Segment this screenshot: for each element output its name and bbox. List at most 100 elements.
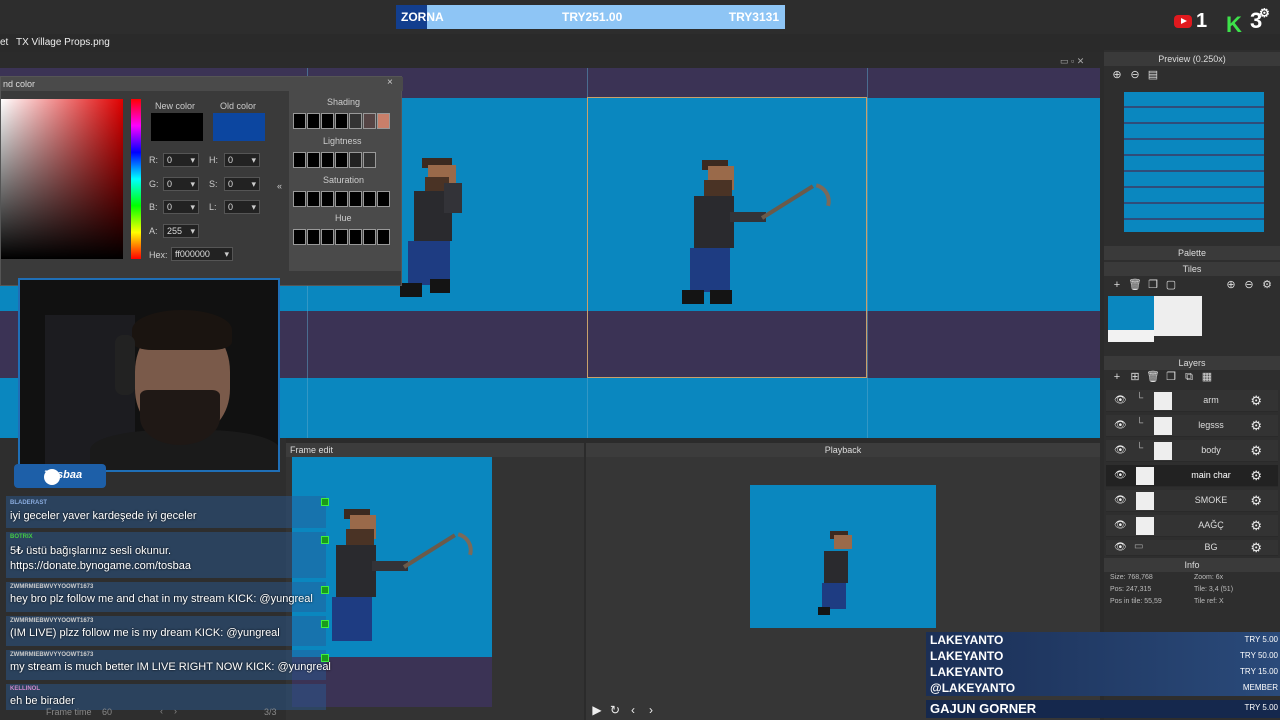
close-icon[interactable]: × (387, 78, 397, 88)
tab-village-props[interactable]: TX Village Props.png (16, 37, 110, 48)
green-field[interactable]: 0 (163, 177, 199, 191)
layer-row-smoke[interactable]: 👁 SMOKE ⚙ (1106, 490, 1278, 512)
tile-thumbnail[interactable] (1108, 296, 1202, 342)
add-group-icon[interactable]: ⊞ (1128, 370, 1142, 384)
lightness-row-label: Lightness (323, 136, 362, 146)
zoom-out-icon[interactable]: ⊖ (1128, 68, 1142, 82)
hex-field[interactable]: ff000000 (171, 247, 233, 261)
zoom-in-icon[interactable]: ⊕ (1110, 68, 1124, 82)
saturation-row-label: Saturation (323, 175, 365, 185)
color-variations-panel: Shading Lightness Saturation Hue (289, 91, 401, 271)
eye-icon[interactable]: 👁 (1114, 495, 1127, 506)
eye-icon[interactable]: 👁 (1114, 520, 1127, 531)
right-dock: Preview (0.250x) ⊕ ⊖ ▤ Palette Tiles + 🗑… (1104, 50, 1280, 720)
gear-icon[interactable]: ⚙ (1250, 493, 1262, 509)
donation-row: LAKEYANTO TRY 5.00 (926, 632, 1280, 648)
saturation-swatches[interactable] (293, 191, 397, 207)
next-frame-icon[interactable]: › (644, 703, 658, 717)
hue-field[interactable]: 0 (224, 153, 260, 167)
layer-thumbnail (1136, 517, 1154, 535)
gear-icon[interactable]: ⚙ (1250, 443, 1262, 459)
delete-layer-icon[interactable]: 🗑 (1146, 370, 1160, 384)
gear-icon[interactable]: ⚙ (1250, 468, 1262, 484)
play-icon[interactable]: ▶ (590, 703, 604, 717)
merge-icon[interactable]: ⧉ (1182, 370, 1196, 384)
webcam-overlay (18, 278, 280, 472)
tree-branch-icon: └ (1136, 443, 1144, 454)
blue-label: B: (149, 202, 158, 212)
layer-thumbnail (1154, 442, 1172, 460)
duplicate-layer-icon[interactable]: ❐ (1164, 370, 1178, 384)
saturation-field[interactable]: 0 (224, 177, 260, 191)
preview-thumbnail[interactable] (1124, 92, 1264, 232)
lightness-label: L: (209, 202, 217, 212)
gear-icon[interactable]: ⚙ (1250, 518, 1262, 534)
fit-icon[interactable]: ▤ (1146, 68, 1160, 82)
old-color-label: Old color (220, 101, 257, 111)
lightness-swatches[interactable] (293, 152, 397, 168)
info-title: Info (1104, 558, 1280, 572)
alpha-field[interactable]: 255 (163, 224, 199, 238)
headset-icon (115, 335, 135, 395)
grid-icon[interactable]: ▢ (1164, 278, 1178, 292)
red-label: R: (149, 155, 158, 165)
eye-icon[interactable]: 👁 (1114, 542, 1127, 553)
hue-swatches[interactable] (293, 229, 397, 245)
info-tile-ref: Tile ref: X (1194, 598, 1224, 605)
hue-slider[interactable] (131, 99, 141, 259)
frame-time-bar: Frame time 60 ‹ › 3/3 (40, 706, 290, 720)
add-layer-icon[interactable]: + (1110, 370, 1124, 384)
saturation-value-picker[interactable] (1, 99, 123, 259)
delete-icon[interactable]: 🗑 (1128, 278, 1142, 292)
layer-row-bg[interactable]: 👁 ▭ BG ⚙ (1106, 540, 1278, 556)
zoom-out-icon[interactable]: ⊖ (1242, 278, 1256, 292)
gear-icon[interactable]: ⚙ (1250, 540, 1262, 556)
hex-label: Hex: (149, 250, 168, 260)
loop-icon[interactable]: ↻ (608, 703, 622, 717)
shading-swatches[interactable] (293, 113, 397, 129)
prev-frame-icon[interactable]: ‹ (626, 703, 640, 717)
tab-previous[interactable]: et (0, 37, 8, 48)
gear-icon[interactable]: ⚙ (1250, 393, 1262, 409)
goal-amount: TRY251.00 (562, 10, 623, 24)
page-indicator: 3/3 (264, 707, 277, 717)
lightness-field[interactable]: 0 (224, 200, 260, 214)
sprite-character-left (400, 153, 470, 313)
new-color-swatch (151, 113, 203, 141)
layer-row-main-char[interactable]: 👁 main char ⚙ (1106, 465, 1278, 487)
frame-edit-title: Frame edit (286, 443, 584, 457)
gear-icon[interactable]: ⚙ (1250, 418, 1262, 434)
eye-icon[interactable]: 👁 (1114, 470, 1127, 481)
window-controls[interactable]: ▭ ▫ ✕ (1060, 56, 1100, 68)
green-label: G: (149, 179, 159, 189)
layer-thumbnail (1136, 492, 1154, 510)
blue-field[interactable]: 0 (163, 200, 199, 214)
old-color-swatch[interactable] (213, 113, 265, 141)
duplicate-icon[interactable]: ❐ (1146, 278, 1160, 292)
frame-time-field[interactable]: 60 (102, 707, 112, 717)
layer-row-aagc[interactable]: 👁 AAĞÇ ⚙ (1106, 515, 1278, 537)
layer-name: SMOKE (1194, 495, 1228, 505)
donation-row: LAKEYANTO TRY 15.00 (926, 664, 1280, 680)
gear-icon[interactable]: ⚙ (1260, 278, 1274, 292)
eye-icon[interactable]: 👁 (1114, 420, 1127, 431)
donor-name: @LAKEYANTO (930, 681, 1016, 695)
red-field[interactable]: 0 (163, 153, 199, 167)
layer-props-icon[interactable]: ▦ (1200, 370, 1214, 384)
tree-branch-icon: └ (1136, 393, 1144, 404)
hue-label: H: (209, 155, 218, 165)
layers-title: Layers (1104, 356, 1280, 370)
add-icon[interactable]: + (1110, 278, 1124, 292)
prev-icon[interactable]: ‹ (160, 706, 163, 716)
info-pos-in-tile: Pos in tile: 55,59 (1110, 598, 1162, 605)
copy-arrow-icon[interactable]: « (277, 181, 282, 191)
eye-icon[interactable]: 👁 (1114, 395, 1127, 406)
eye-icon[interactable]: 👁 (1114, 445, 1127, 456)
next-icon[interactable]: › (174, 706, 177, 716)
zoom-in-icon[interactable]: ⊕ (1224, 278, 1238, 292)
info-zoom: Zoom: 6x (1194, 574, 1224, 581)
layer-row-body[interactable]: 👁 └ body ⚙ (1106, 440, 1278, 462)
layer-row-legsss[interactable]: 👁 └ legsss ⚙ (1106, 415, 1278, 437)
frame-time-label: Frame time (46, 707, 92, 717)
layer-row-arm[interactable]: 👁 └ arm ⚙ (1106, 390, 1278, 412)
